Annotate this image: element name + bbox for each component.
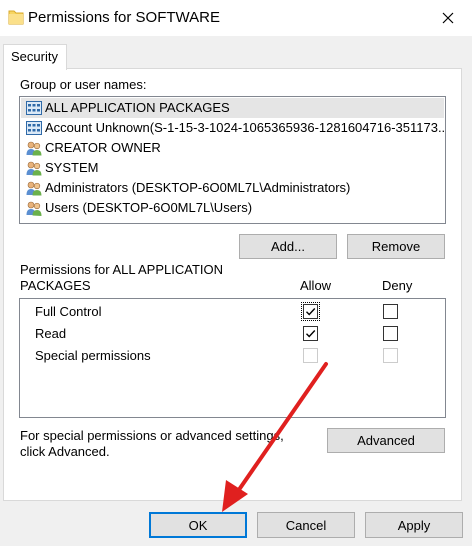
remove-button[interactable]: Remove: [347, 234, 445, 259]
allow-column-header: Allow: [300, 278, 332, 293]
list-item[interactable]: CREATOR OWNER: [21, 138, 444, 158]
list-item[interactable]: Administrators (DESKTOP-6O0ML7L\Administ…: [21, 178, 444, 198]
permission-label: Special permissions: [35, 348, 151, 363]
group-user-list[interactable]: ALL APPLICATION PACKAGES Account Unknown…: [19, 96, 446, 224]
list-item[interactable]: Users (DESKTOP-6O0ML7L\Users): [21, 198, 444, 218]
close-button[interactable]: [424, 0, 472, 36]
permissions-dialog: Permissions for SOFTWARE Security Group …: [0, 0, 472, 546]
close-icon: [442, 12, 454, 24]
check-icon: [306, 308, 316, 316]
title-bar: Permissions for SOFTWARE: [0, 0, 472, 36]
app-package-icon: [26, 121, 42, 135]
special-permissions-allow-checkbox: [303, 348, 318, 363]
read-allow-checkbox[interactable]: [303, 326, 318, 341]
app-package-icon: [26, 101, 42, 115]
full-control-deny-checkbox[interactable]: [383, 304, 398, 319]
group-label: Group or user names:: [20, 77, 147, 92]
deny-column-header: Deny: [382, 278, 413, 293]
folder-icon: [8, 10, 24, 25]
permission-label: Full Control: [35, 304, 102, 319]
list-item-label: ALL APPLICATION PACKAGES: [45, 100, 230, 115]
list-item-label: CREATOR OWNER: [45, 140, 161, 155]
window-title: Permissions for SOFTWARE: [28, 9, 220, 26]
advanced-hint-line2: click Advanced.: [20, 444, 110, 459]
tab-label: Security: [11, 49, 58, 64]
list-item[interactable]: ALL APPLICATION PACKAGES: [21, 98, 444, 118]
users-group-icon: [26, 161, 42, 176]
ok-button[interactable]: OK: [149, 512, 247, 538]
users-group-icon: [26, 141, 42, 156]
list-item-label: Users (DESKTOP-6O0ML7L\Users): [45, 200, 253, 215]
apply-button[interactable]: Apply: [365, 512, 463, 538]
special-permissions-deny-checkbox: [383, 348, 398, 363]
users-group-icon: [26, 181, 42, 196]
cancel-button[interactable]: Cancel: [257, 512, 355, 538]
users-group-icon: [26, 201, 42, 216]
permissions-heading-line2: PACKAGES: [20, 278, 91, 293]
list-item[interactable]: Account Unknown(S-1-15-3-1024-1065365936…: [21, 118, 444, 138]
list-item-label: SYSTEM: [45, 160, 99, 175]
list-item-label: Account Unknown(S-1-15-3-1024-1065365936…: [45, 120, 444, 135]
list-item-label: Administrators (DESKTOP-6O0ML7L\Administ…: [45, 180, 351, 195]
add-button[interactable]: Add...: [239, 234, 337, 259]
list-item[interactable]: SYSTEM: [21, 158, 444, 178]
read-deny-checkbox[interactable]: [383, 326, 398, 341]
permissions-heading-line1: Permissions for ALL APPLICATION: [20, 262, 224, 277]
advanced-hint-line1: For special permissions or advanced sett…: [20, 428, 284, 443]
full-control-allow-checkbox[interactable]: [301, 302, 320, 321]
tab-security[interactable]: Security: [3, 44, 67, 70]
advanced-button[interactable]: Advanced: [327, 428, 445, 453]
check-icon: [306, 330, 316, 338]
permission-label: Read: [35, 326, 67, 341]
